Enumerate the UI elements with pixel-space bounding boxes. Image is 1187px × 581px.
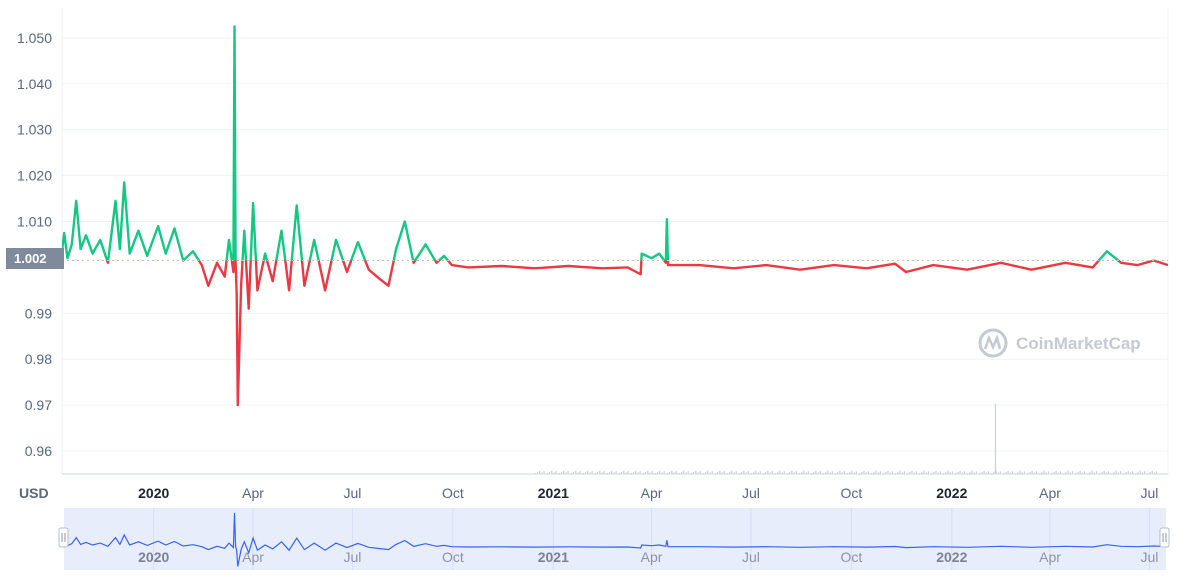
y-tick-label: 1.050: [17, 30, 52, 46]
volume-bar: [683, 470, 685, 474]
volume-bar: [935, 470, 937, 474]
x-tick-label: Oct: [840, 485, 862, 501]
navigator[interactable]: 2020 Apr Jul Oct 2021 Apr Jul Oct 2022 Apr Jul: [58, 508, 1170, 570]
y-tick-label: 0.99: [25, 305, 52, 321]
volume-bar: [1019, 470, 1021, 474]
volume-bar: [983, 470, 985, 474]
volume-bar: [779, 470, 781, 474]
volume-bar: [1007, 470, 1009, 474]
volume-bar: [1139, 470, 1141, 474]
volume-bar: [635, 470, 637, 474]
navigator-selection[interactable]: [64, 508, 1166, 570]
volume-bar: [575, 470, 577, 474]
coinmarketcap-logo-icon: [978, 328, 1008, 358]
volume-bar: [791, 470, 793, 474]
navigator-tick-label: Oct: [442, 549, 464, 565]
series-line-below[interactable]: [62, 26, 1168, 407]
series-line-above[interactable]: [62, 25, 1168, 405]
volume-bar: [947, 470, 949, 474]
volume-bar: [1151, 470, 1153, 474]
currency-label: USD: [19, 485, 49, 501]
volume-bar: [851, 470, 853, 474]
volume-bar: [887, 470, 889, 474]
volume-bar: [1079, 470, 1081, 474]
volume-bar: [1127, 470, 1129, 474]
navigator-tick-label: Apr: [242, 549, 264, 565]
x-axis-labels: 2020 Apr Jul Oct 2021 Apr Jul Oct 2022 Apr Jul: [138, 485, 1158, 501]
y-tick-label: 1.010: [17, 213, 52, 229]
x-tick-label: 2022: [936, 485, 967, 501]
y-axis-labels: 1.050 1.040 1.030 1.020 1.010 0.99 0.98 0.97 0.9…: [17, 30, 52, 459]
volume-bar: [1115, 470, 1117, 474]
navigator-tick-label: Apr: [641, 549, 663, 565]
volume-bar: [1067, 470, 1069, 474]
volume-bar: [755, 470, 757, 474]
volume-bar: [803, 470, 805, 474]
volume-bar: [647, 470, 649, 474]
x-tick-label: Apr: [242, 485, 264, 501]
watermark: CoinMarketCap: [978, 328, 1141, 358]
volume-bar: [719, 470, 721, 474]
x-tick-label: Oct: [442, 485, 464, 501]
volume-bar: [539, 470, 541, 474]
volume-bar: [563, 470, 565, 474]
current-price-label: 1.002: [6, 248, 64, 269]
x-tick-label: Apr: [1039, 485, 1061, 501]
volume-bar: [923, 470, 925, 474]
y-tick-label: 0.97: [25, 397, 52, 413]
volume-bar: [551, 470, 553, 474]
navigator-tick-label: Jul: [742, 549, 760, 565]
volume-bar: [1031, 470, 1033, 474]
volume-bar: [1103, 470, 1105, 474]
volume-bar: [695, 470, 697, 474]
navigator-tick-label: Oct: [840, 549, 862, 565]
navigator-tick-label: 2022: [936, 549, 967, 565]
volume-bar: [1091, 470, 1093, 474]
volume-bar: [839, 470, 841, 474]
volume-bar: [959, 470, 961, 474]
navigator-left-handle[interactable]: [58, 527, 69, 548]
volume-bar: [1043, 470, 1045, 474]
volume-bar: [827, 470, 829, 474]
volume-bar: [971, 470, 973, 474]
x-tick-label: 2021: [538, 485, 569, 501]
y-tick-label: 0.96: [25, 443, 52, 459]
volume-bar: [659, 470, 661, 474]
navigator-right-handle[interactable]: [1159, 527, 1170, 548]
navigator-tick-label: 2021: [538, 549, 569, 565]
navigator-tick-label: Jul: [1140, 549, 1158, 565]
y-tick-label: 1.030: [17, 122, 52, 138]
watermark-text: CoinMarketCap: [1016, 334, 1141, 353]
volume-bars: [534, 404, 1158, 474]
y-tick-label: 0.98: [25, 351, 52, 367]
price-chart[interactable]: 1.050 1.040 1.030 1.020 1.010 0.99 0.98 0.97 0.9…: [0, 0, 1187, 581]
x-tick-label: Apr: [641, 485, 663, 501]
volume-bar: [1055, 470, 1057, 474]
current-price-value: 1.002: [14, 251, 47, 266]
y-tick-label: 1.020: [17, 168, 52, 184]
volume-bar: [623, 470, 625, 474]
volume-bar: [743, 470, 745, 474]
navigator-tick-label: 2020: [138, 549, 169, 565]
volume-bar: [875, 470, 877, 474]
volume-bar: [671, 470, 673, 474]
volume-bar: [863, 470, 865, 474]
navigator-tick-label: Jul: [343, 549, 361, 565]
volume-bar: [767, 470, 769, 474]
x-tick-label: Jul: [343, 485, 361, 501]
volume-bar: [815, 470, 817, 474]
volume-bar: [731, 470, 733, 474]
x-tick-label: Jul: [1140, 485, 1158, 501]
x-tick-label: 2020: [138, 485, 169, 501]
volume-bar: [611, 470, 613, 474]
volume-bar: [707, 470, 709, 474]
volume-bar: [587, 470, 589, 474]
navigator-tick-label: Apr: [1039, 549, 1061, 565]
price-series[interactable]: [62, 25, 1168, 407]
volume-bar: [599, 470, 601, 474]
volume-bar: [911, 470, 913, 474]
x-tick-label: Jul: [742, 485, 760, 501]
y-tick-label: 1.040: [17, 76, 52, 92]
volume-bar: [899, 470, 901, 474]
